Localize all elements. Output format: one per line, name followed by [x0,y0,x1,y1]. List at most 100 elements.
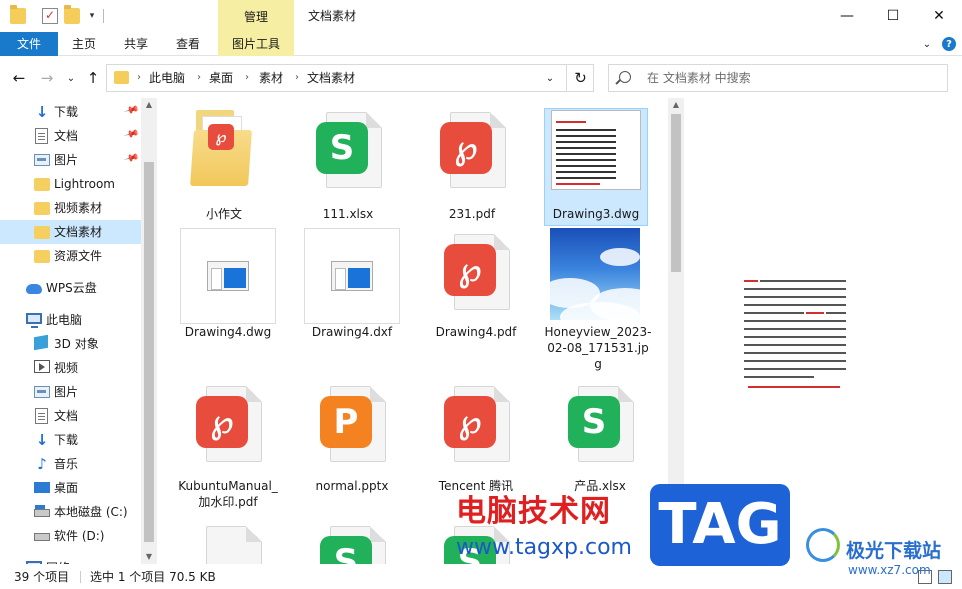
scroll-down-icon[interactable]: ▼ [141,550,157,564]
sidebar-item-label: 图片 [54,153,79,167]
sidebar-item-drive-d[interactable]: 软件 (D:) [0,524,141,548]
file-name: Drawing4.pdf [435,325,517,339]
sidebar-item-label: 桌面 [54,481,79,495]
folder-icon: ℘ [190,110,252,186]
folder-icon [114,71,129,84]
sidebar-item-video-material[interactable]: 视频素材 [0,196,141,220]
sidebar-item-pictures[interactable]: 图片 📌 [0,148,141,172]
minimize-button[interactable]: — [824,0,870,32]
manage-context-tab[interactable]: 管理 [218,0,294,32]
sidebar-item-desktop[interactable]: 桌面 [0,476,141,500]
back-button[interactable]: ← [8,66,30,90]
sidebar-item-drive-c[interactable]: 本地磁盘 (C:) [0,500,141,524]
scrollbar-thumb[interactable] [671,114,681,272]
close-button[interactable]: ✕ [916,0,962,32]
sidebar-item-wps-cloud[interactable]: WPS云盘 [0,276,141,300]
blank-file-icon [196,526,262,564]
sidebar-item-label: 视频 [54,361,79,375]
recent-locations-button[interactable]: ⌄ [60,66,82,90]
sidebar-item-this-pc[interactable]: 此电脑 [0,308,141,332]
document-icon [35,408,48,424]
breadcrumb-separator: › [137,72,141,83]
address-dropdown-button[interactable]: ⌄ [538,64,562,92]
sidebar-item-network[interactable]: 网络 [0,556,141,564]
help-icon[interactable]: ? [942,37,956,51]
watermark-tag-logo: TAG [650,484,790,566]
pin-icon[interactable]: 📌 [123,127,139,143]
sidebar-item-pictures-pc[interactable]: 图片 [0,380,141,404]
file-name: 111.xlsx [322,207,374,221]
breadcrumb-desktop[interactable]: 桌面 [209,65,233,91]
selection-info: 选中 1 个项目 70.5 KB [90,570,216,584]
xlsx-file-icon: S [320,526,386,564]
file-name: Drawing4.dxf [311,325,393,339]
toolbar-divider [103,9,104,23]
breadcrumb-material[interactable]: 素材 [259,65,283,91]
cloud-icon [26,284,42,294]
document-icon [35,128,48,144]
sidebar-item-documents[interactable]: 文档 📌 [0,124,141,148]
tab-share[interactable]: 共享 [112,32,160,56]
sidebar-item-label: Lightroom [54,177,115,191]
up-button[interactable]: ↑ [82,66,104,90]
3d-objects-icon [34,334,48,351]
pdf-icon: ℘ [208,124,234,150]
large-icons-view-icon[interactable] [938,570,952,584]
sidebar-item-resources[interactable]: 资源文件 [0,244,141,268]
quick-access-dropdown-icon[interactable]: ▾ [84,8,100,24]
breadcrumb-current[interactable]: 文档素材 [307,65,355,91]
breadcrumb-separator: › [295,72,299,83]
watermark-site-url: www.xz7.com [848,563,931,577]
new-folder-icon[interactable] [64,5,80,24]
pin-icon[interactable]: 📌 [123,103,139,119]
tab-view[interactable]: 查看 [164,32,212,56]
properties-check-icon[interactable]: ✓ [42,8,58,24]
sidebar-item-downloads-pc[interactable]: ↓ 下载 [0,428,141,452]
wps-spreadsheet-icon: S [568,396,620,448]
sidebar-item-downloads[interactable]: ↓ 下载 📌 [0,100,141,124]
wps-pdf-icon: ℘ [444,396,496,448]
expand-ribbon-icon[interactable]: ⌄ [920,37,934,51]
title-bar: ✓ ▾ 管理 文档素材 — ☐ ✕ [0,0,962,32]
search-box[interactable]: 在 文档素材 中搜索 [608,64,948,92]
navigation-pane: ↓ 下载 📌 文档 📌 图片 📌 Lightroom 视频素材 文档素材 资源文… [0,98,157,564]
tab-file[interactable]: 文件 [0,32,58,56]
file-name: Honeyview_2023-02-08_171531.jpg [544,325,652,371]
wps-spreadsheet-icon: S [316,122,368,174]
sidebar-item-3d-objects[interactable]: 3D 对象 [0,332,141,356]
pdf-file-icon: ℘ [444,234,510,316]
sidebar-item-label: 软件 (D:) [54,529,105,543]
sidebar-item-documents-pc[interactable]: 文档 [0,404,141,428]
folder-icon [34,202,50,215]
status-bar: 39 个项目 选中 1 个项目 70.5 KB [0,565,962,589]
search-placeholder[interactable]: 在 文档素材 中搜索 [647,65,751,91]
sidebar-item-doc-material[interactable]: 文档素材 [0,220,141,244]
refresh-button[interactable]: ↻ [566,64,594,92]
dialog-thumbnail [304,228,400,324]
scrollbar-thumb[interactable] [144,162,154,542]
breadcrumb-this-pc[interactable]: 此电脑 [149,65,185,91]
scroll-up-icon[interactable]: ▲ [668,98,684,112]
pin-icon[interactable]: 📌 [123,151,139,167]
scroll-up-icon[interactable]: ▲ [141,98,157,112]
forward-button[interactable]: → [36,66,58,90]
tab-home[interactable]: 主页 [60,32,108,56]
tab-picture-tools[interactable]: 图片工具 [218,32,294,56]
video-icon [34,360,50,373]
file-name: Drawing4.dwg [184,325,272,339]
sidebar-item-label: 文档素材 [54,225,103,239]
sidebar-scrollbar[interactable]: ▲ ▼ [141,98,157,564]
address-bar[interactable]: › 此电脑 › 桌面 › 素材 › 文档素材 [106,64,594,92]
breadcrumb-separator: › [245,72,249,83]
picture-icon [34,386,50,398]
desktop-icon [34,482,50,493]
sidebar-item-music[interactable]: ♪ 音乐 [0,452,141,476]
sidebar-item-lightroom[interactable]: Lightroom [0,172,141,196]
sidebar-item-videos[interactable]: 视频 [0,356,141,380]
folder-icon [34,178,50,191]
sidebar-item-label: 音乐 [54,457,79,471]
maximize-button[interactable]: ☐ [870,0,916,32]
ribbon-tabs: 文件 主页 共享 查看 图片工具 ⌄ ? [0,32,962,56]
document-preview [744,280,846,396]
sidebar-item-label: 图片 [54,385,79,399]
